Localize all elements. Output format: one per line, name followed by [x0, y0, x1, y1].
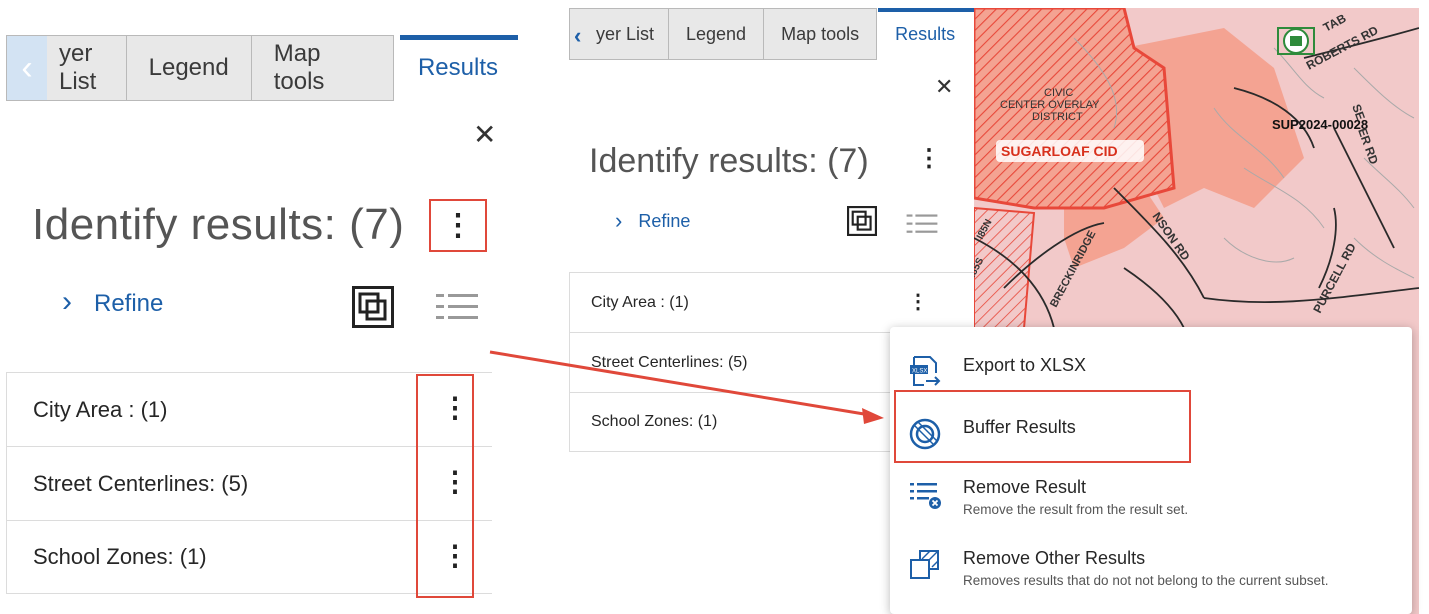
list-view-icon[interactable]	[905, 213, 939, 235]
close-icon[interactable]: ✕	[935, 74, 953, 100]
row-label: Street Centerlines: (5)	[591, 353, 748, 371]
kebab-column-highlight	[416, 374, 474, 598]
kebab-icon[interactable]: ⋮	[917, 144, 941, 173]
map-label: CIVIC	[1044, 87, 1073, 99]
tab-layer-list[interactable]: ‹ yer List	[569, 8, 668, 60]
chevron-right-icon: ›	[62, 285, 72, 318]
map-label: CENTER OVERLAY	[1000, 99, 1100, 111]
tab-layer-list[interactable]: ‹ yer List	[6, 35, 126, 101]
chevron-left-icon[interactable]: ‹	[7, 36, 47, 100]
tab-label: Legend	[148, 54, 229, 81]
tab-label: Map tools	[781, 23, 860, 44]
refine-label: Refine	[638, 211, 691, 231]
results-title: Identify results: (7)	[32, 200, 405, 249]
buffer-results-highlight	[894, 390, 1191, 463]
active-tab-indicator	[878, 8, 974, 12]
menu-item-label: Export to XLSX	[963, 355, 1087, 375]
svg-text:XLSX: XLSX	[912, 369, 927, 375]
active-tab-indicator	[400, 35, 518, 40]
xlsx-export-icon: XLSX	[910, 356, 941, 386]
row-label: Street Centerlines: (5)	[33, 470, 249, 496]
row-label: City Area : (1)	[33, 396, 168, 422]
zoomed-results-panel: ‹ yer List Legend Map tools Results ✕ Id…	[0, 0, 520, 614]
tab-label: Map tools	[273, 40, 325, 95]
menu-item-description: Removes results that do not not belong t…	[963, 573, 1329, 588]
tab-label: yer List	[596, 23, 655, 44]
tab-results[interactable]: Results	[877, 8, 974, 60]
refine-toggle[interactable]: › Refine	[62, 285, 164, 318]
layers-icon[interactable]	[352, 286, 394, 328]
results-context-menu: XLSX Export to XLSX Buffer Results Remov…	[890, 327, 1412, 614]
menu-item-label: Remove Other Results	[963, 548, 1146, 568]
tab-legend[interactable]: Legend	[125, 35, 251, 101]
tab-label: Results	[417, 54, 498, 81]
menu-item-label: Remove Result	[963, 477, 1087, 497]
district-label: SUGARLOAF CID	[1001, 143, 1118, 159]
school-icon-body	[1290, 36, 1302, 46]
refine-label: Refine	[94, 290, 164, 317]
layers-icon[interactable]	[847, 206, 877, 236]
refine-toggle[interactable]: › Refine	[615, 208, 691, 233]
row-label: School Zones: (1)	[33, 544, 207, 569]
chevron-left-icon[interactable]: ‹	[574, 23, 581, 49]
results-title: Identify results: (7)	[589, 142, 869, 180]
panel-tabs: ‹ yer List Legend Map tools Results	[6, 35, 520, 101]
close-icon[interactable]: ✕	[473, 118, 496, 151]
remove-other-icon	[910, 550, 939, 579]
tab-results[interactable]: Results	[393, 35, 520, 101]
remove-result-icon	[910, 483, 941, 509]
map-label: DISTRICT	[1032, 111, 1083, 123]
tab-map-tools[interactable]: Map tools	[763, 8, 878, 60]
row-label: City Area : (1)	[591, 293, 689, 311]
tab-label: yer List	[59, 40, 97, 95]
tab-legend[interactable]: Legend	[668, 8, 764, 60]
list-item[interactable]: City Area : (1) ⋮	[569, 272, 974, 332]
panel-tabs: ‹ yer List Legend Map tools Results	[569, 8, 974, 60]
menu-item-description: Remove the result from the result set.	[963, 502, 1189, 517]
tab-label: Results	[895, 23, 956, 44]
tab-label: Legend	[686, 23, 747, 44]
kebab-icon[interactable]: ⋮	[908, 289, 928, 314]
list-view-icon[interactable]	[436, 292, 478, 322]
tab-map-tools[interactable]: Map tools	[250, 35, 394, 101]
kebab-icon: ⋮	[443, 209, 473, 242]
row-label: School Zones: (1)	[591, 413, 718, 430]
chevron-right-icon: ›	[615, 208, 623, 233]
results-options-button[interactable]: ⋮	[429, 199, 487, 252]
